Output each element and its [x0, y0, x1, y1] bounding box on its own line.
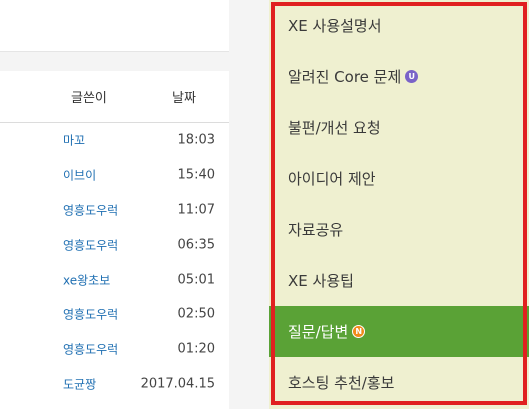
menu-item-known-core-issues[interactable]: 알려진 Core 문제 U: [269, 51, 529, 102]
menu-item-label: 아이디어 제안: [288, 170, 376, 188]
table-row[interactable]: 영흥도우럭 01:20: [0, 332, 229, 367]
author-link[interactable]: 마꼬: [63, 132, 85, 149]
menu-item-idea-suggestions[interactable]: 아이디어 제안: [269, 153, 529, 204]
menu-item-qna[interactable]: 질문/답변 N: [269, 306, 529, 357]
table-row[interactable]: 영흥도우럭 02:50: [0, 297, 229, 332]
post-date: 05:01: [177, 272, 215, 288]
post-date: 2017.04.15: [140, 376, 215, 392]
author-link[interactable]: 이브이: [63, 167, 96, 184]
menu-item-label: XE 사용설명서: [288, 17, 382, 35]
updated-badge-icon: U: [405, 70, 419, 83]
menu-item-xe-tips[interactable]: XE 사용팁: [269, 255, 529, 306]
author-link[interactable]: 영흥도우럭: [63, 201, 118, 218]
menu-item-label: 질문/답변: [288, 323, 349, 341]
menu-item-label: 호스팅 추천/홍보: [288, 374, 395, 392]
table-header: 글쓴이 날짜: [0, 71, 229, 123]
menu-item-label: 자료공유: [288, 221, 344, 239]
author-link[interactable]: xe왕초보: [63, 271, 110, 288]
menu-item-label: 불편/개선 요청: [288, 119, 381, 137]
author-link[interactable]: 도균짱: [63, 375, 96, 392]
post-date: 15:40: [177, 167, 215, 183]
board-header-area: [0, 0, 229, 52]
menu-item-hosting-promo[interactable]: 호스팅 추천/홍보: [269, 357, 529, 408]
table-row[interactable]: 이브이 15:40: [0, 158, 229, 193]
menu-item-improvement-requests[interactable]: 불편/개선 요청: [269, 102, 529, 153]
new-badge-icon: N: [352, 325, 366, 338]
menu-item-label: XE 사용팁: [288, 272, 354, 290]
post-date: 01:20: [177, 341, 215, 357]
post-date: 06:35: [177, 237, 215, 253]
post-date: 02:50: [177, 306, 215, 322]
section-gap: [0, 52, 229, 71]
table-row[interactable]: xe왕초보 05:01: [0, 262, 229, 297]
table-row[interactable]: 영흥도우럭 06:35: [0, 227, 229, 262]
menu-item-label: 알려진 Core 문제: [288, 68, 402, 86]
table-row[interactable]: 마꼬 18:03: [0, 123, 229, 158]
author-link[interactable]: 영흥도우럭: [63, 306, 118, 323]
date-column-header: 날짜: [172, 91, 196, 106]
menu-item-xe-manual[interactable]: XE 사용설명서: [269, 0, 529, 51]
board-list-panel: 글쓴이 날짜 마꼬 18:03 이브이 15:40 영흥도우럭 11:07 영흥…: [0, 0, 229, 409]
post-date: 18:03: [177, 132, 215, 148]
author-link[interactable]: 영흥도우럭: [63, 341, 118, 358]
post-date: 11:07: [177, 202, 215, 218]
author-column-header: 글쓴이: [71, 91, 107, 106]
table-row[interactable]: 영흥도우럭 11:07: [0, 193, 229, 228]
menu-item-resource-sharing[interactable]: 자료공유: [269, 204, 529, 255]
board-category-menu: XE 사용설명서 알려진 Core 문제 U 불편/개선 요청 아이디어 제안 …: [269, 0, 529, 409]
table-row[interactable]: 도균짱 2017.04.15: [0, 367, 229, 402]
author-link[interactable]: 영흥도우럭: [63, 236, 118, 253]
